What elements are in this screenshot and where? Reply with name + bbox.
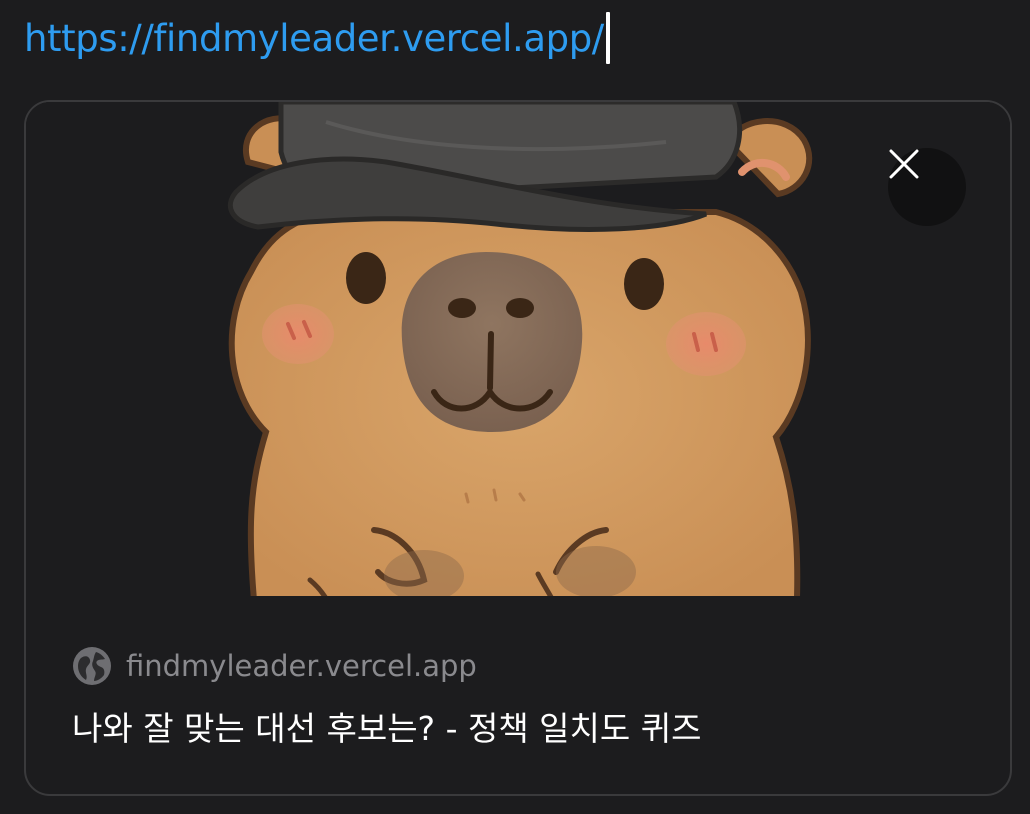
link-preview-info[interactable]: findmyleader.vercel.app 나와 잘 맞는 대선 후보는? … [26,596,1010,794]
close-icon [889,149,919,179]
link-domain: findmyleader.vercel.app [126,649,477,683]
url-text[interactable]: https://findmyleader.vercel.app/ [24,17,604,60]
link-preview-card[interactable]: findmyleader.vercel.app 나와 잘 맞는 대선 후보는? … [24,100,1012,796]
globe-icon [73,647,111,685]
link-title[interactable]: 나와 잘 맞는 대선 후보는? - 정책 일치도 퀴즈 [72,702,701,750]
compose-text-field[interactable]: https://findmyleader.vercel.app/ [24,12,610,64]
text-cursor [605,12,610,64]
post-composer: https://findmyleader.vercel.app/ findmyl… [0,0,1030,814]
link-preview-image[interactable] [26,102,1010,596]
capybara-illustration [26,102,1010,596]
close-preview-button[interactable] [888,148,966,226]
link-domain-row: findmyleader.vercel.app [72,644,477,688]
